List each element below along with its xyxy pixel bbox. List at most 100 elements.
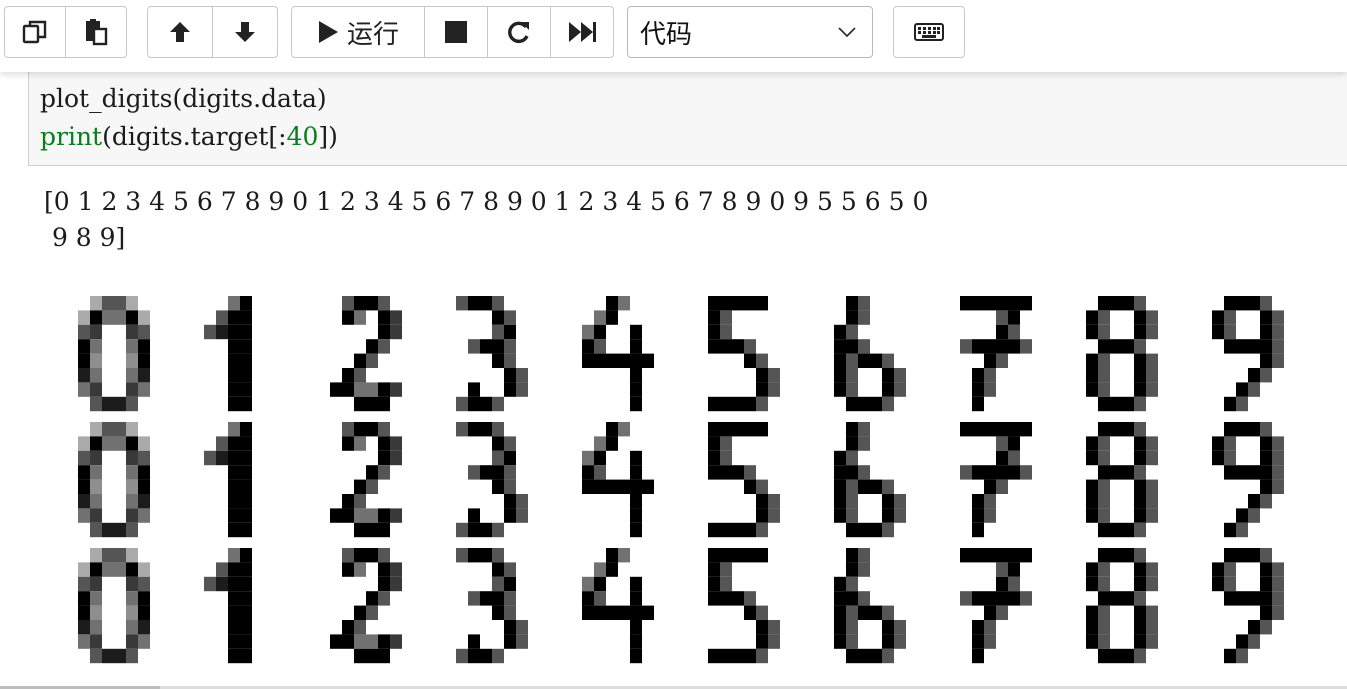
digit-pixel: [768, 508, 780, 523]
digit-pixel: [834, 465, 846, 480]
digit-pixel: [1008, 422, 1020, 437]
interrupt-button[interactable]: [424, 6, 488, 58]
digit-pixel: [594, 353, 606, 368]
digit-pixel: [1260, 562, 1272, 577]
digit-pixel: [834, 382, 846, 397]
digit-pixel: [756, 479, 768, 494]
digit-pixel: [858, 339, 870, 354]
digit-pixel: [492, 422, 504, 437]
digit-image-6: [834, 296, 906, 412]
digit-pixel: [846, 548, 858, 563]
digit-image-5: [708, 296, 780, 412]
digit-pixel: [984, 422, 996, 437]
digit-pixel: [240, 339, 252, 354]
run-button[interactable]: 运行: [291, 6, 425, 58]
digit-pixel: [138, 339, 150, 354]
code-editor[interactable]: plot_digits(digits.data) print(digits.tar…: [40, 80, 338, 156]
digit-pixel: [732, 591, 744, 606]
digit-pixel: [720, 576, 732, 592]
digit-pixel: [996, 422, 1008, 437]
digit-pixel: [1236, 422, 1248, 437]
digit-pixel: [630, 339, 642, 354]
digit-pixel: [330, 382, 342, 397]
run-all-button[interactable]: [550, 6, 614, 58]
digit-pixel: [78, 576, 90, 592]
digit-pixel: [972, 494, 984, 509]
digit-image-7: [960, 548, 1032, 664]
move-down-button[interactable]: [212, 6, 278, 58]
command-palette-button[interactable]: [893, 6, 965, 58]
digit-pixel: [1086, 562, 1098, 577]
code-builtin-print: print: [40, 122, 103, 151]
digit-pixel: [882, 620, 894, 635]
digit-pixel: [1236, 591, 1248, 606]
digit-pixel: [354, 620, 366, 635]
digit-pixel: [846, 296, 858, 311]
digit-image-5: [708, 422, 780, 538]
digit-pixel: [594, 576, 606, 592]
digit-pixel: [972, 382, 984, 397]
digit-pixel: [228, 450, 240, 466]
digit-pixel: [492, 324, 504, 340]
digit-pixel: [1098, 494, 1110, 509]
digit-pixel: [90, 450, 102, 466]
digit-pixel: [870, 396, 882, 412]
digit-pixel: [216, 450, 228, 466]
paste-cell-button[interactable]: [65, 6, 127, 58]
restart-button[interactable]: [487, 6, 551, 58]
digit-pixel: [366, 396, 378, 412]
digit-pixel: [1086, 382, 1098, 397]
digit-pixel: [984, 479, 996, 494]
digit-pixel: [744, 605, 756, 620]
digit-pixel: [720, 436, 732, 451]
digit-pixel: [894, 494, 906, 509]
digit-pixel: [768, 368, 780, 383]
digit-pixel: [78, 450, 90, 466]
digit-pixel: [114, 522, 126, 538]
digit-pixel: [378, 382, 390, 397]
copy-cell-button[interactable]: [4, 6, 66, 58]
digit-pixel: [78, 310, 90, 325]
digit-pixel: [504, 368, 516, 383]
digit-pixel: [1272, 591, 1284, 606]
digit-pixel: [630, 576, 642, 592]
digit-pixel: [504, 576, 516, 592]
digit-pixel: [138, 562, 150, 577]
digit-pixel: [90, 620, 102, 635]
digit-pixel: [492, 605, 504, 620]
digit-pixel: [78, 368, 90, 383]
digit-pixel: [972, 396, 984, 412]
digit-pixel: [240, 548, 252, 563]
digit-pixel: [378, 576, 390, 592]
digit-pixel: [1086, 605, 1098, 620]
digit-pixel: [228, 576, 240, 592]
digit-pixel: [858, 479, 870, 494]
digit-pixel: [1110, 465, 1122, 480]
digit-pixel: [354, 479, 366, 494]
digit-pixel: [126, 324, 138, 340]
digit-pixel: [126, 465, 138, 480]
digit-pixel: [894, 382, 906, 397]
chevron-down-icon: [838, 27, 856, 38]
cell-type-select[interactable]: 代码: [627, 6, 873, 58]
move-up-button[interactable]: [147, 6, 213, 58]
digit-pixel: [960, 548, 972, 563]
digit-pixel: [480, 422, 492, 437]
digit-pixel: [858, 548, 870, 563]
digit-pixel: [1260, 310, 1272, 325]
digit-pixel: [984, 494, 996, 509]
digit-pixel: [366, 382, 378, 397]
digit-pixel: [834, 339, 846, 354]
digit-pixel: [1236, 396, 1248, 412]
digit-pixel: [708, 450, 720, 466]
digit-pixel: [1134, 465, 1146, 480]
paste-icon: [86, 19, 108, 46]
digit-pixel: [1086, 353, 1098, 368]
digit-pixel: [390, 634, 402, 649]
digit-pixel: [1020, 591, 1032, 606]
digit-pixel: [1236, 465, 1248, 480]
digit-pixel: [744, 353, 756, 368]
digit-pixel: [480, 548, 492, 563]
digit-pixel: [756, 634, 768, 649]
digit-pixel: [228, 353, 240, 368]
